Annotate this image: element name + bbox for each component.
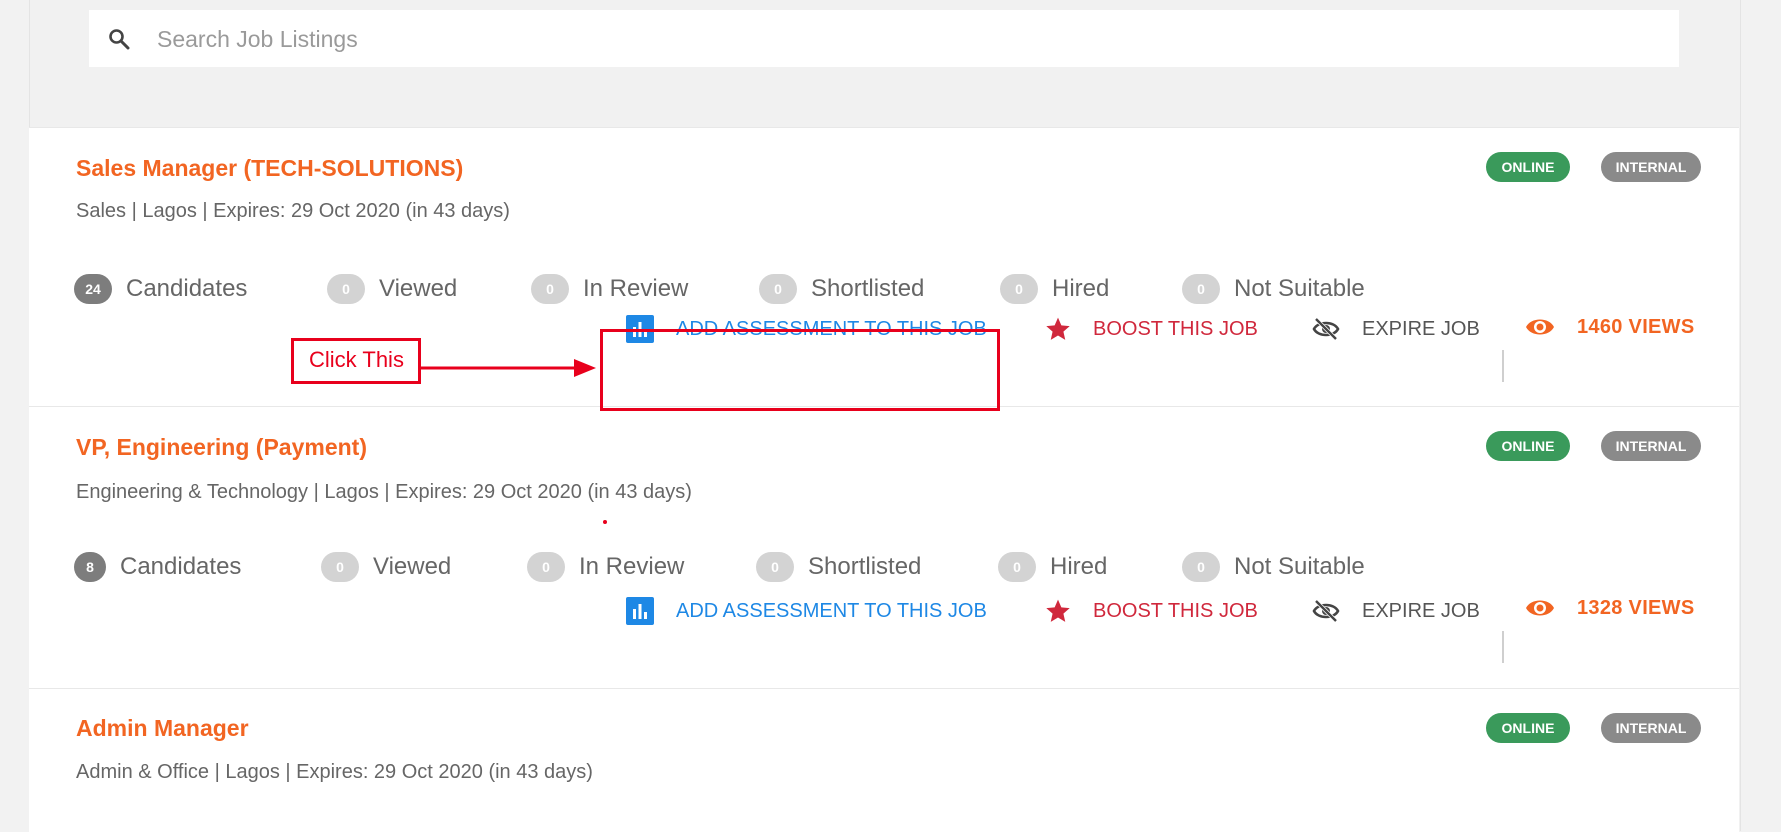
stat-label: Hired <box>1050 553 1108 580</box>
count-badge: 0 <box>756 552 794 582</box>
stat-viewed[interactable]: 0 Viewed <box>321 552 451 582</box>
expire-job-button[interactable]: EXPIRE JOB <box>1312 311 1480 347</box>
expire-job-button[interactable]: EXPIRE JOB <box>1312 593 1480 629</box>
count-badge: 0 <box>527 552 565 582</box>
job-card: Admin Manager Admin & Office | Lagos | E… <box>29 688 1739 832</box>
search-input[interactable] <box>155 10 1659 69</box>
stat-not-suitable[interactable]: 0 Not Suitable <box>1182 274 1365 304</box>
job-card: VP, Engineering (Payment) Engineering & … <box>29 406 1739 689</box>
count-badge: 0 <box>327 274 365 304</box>
count-badge: 0 <box>1182 552 1220 582</box>
stat-shortlisted[interactable]: 0 Shortlisted <box>756 552 921 582</box>
annotation-arrow <box>418 359 596 377</box>
eye-off-icon <box>1312 599 1340 623</box>
count-badge: 8 <box>74 552 106 582</box>
stat-shortlisted[interactable]: 0 Shortlisted <box>759 274 924 304</box>
count-badge: 0 <box>759 274 797 304</box>
job-title-link[interactable]: VP, Engineering (Payment) <box>76 434 367 461</box>
stat-label: Shortlisted <box>808 553 922 580</box>
count-badge: 0 <box>1000 274 1038 304</box>
job-title-link[interactable]: Sales Manager (TECH-SOLUTIONS) <box>76 155 463 182</box>
status-badge: ONLINE <box>1486 713 1570 743</box>
divider <box>1502 631 1504 663</box>
stat-label: Viewed <box>373 553 452 580</box>
stat-label: Shortlisted <box>811 275 925 302</box>
annotation-highlight <box>600 329 1000 411</box>
stat-hired[interactable]: 0 Hired <box>1000 274 1109 304</box>
eye-icon <box>1525 597 1555 619</box>
star-icon <box>1045 598 1071 624</box>
job-meta: Sales | Lagos | Expires: 29 Oct 2020 (in… <box>76 200 510 222</box>
stat-label: In Review <box>583 275 689 302</box>
bar-chart-icon <box>626 597 654 625</box>
stat-label: Candidates <box>126 275 248 302</box>
visibility-badge: INTERNAL <box>1601 713 1701 743</box>
search-icon <box>109 29 130 50</box>
count-badge: 24 <box>74 274 112 304</box>
views-label: 1328 VIEWS <box>1577 596 1695 619</box>
boost-job-button[interactable]: BOOST THIS JOB <box>1045 311 1258 347</box>
boost-job-button[interactable]: BOOST THIS JOB <box>1045 593 1258 629</box>
job-title-link[interactable]: Admin Manager <box>76 715 249 742</box>
visibility-badge: INTERNAL <box>1601 152 1701 182</box>
stat-not-suitable[interactable]: 0 Not Suitable <box>1182 552 1365 582</box>
views-label: 1460 VIEWS <box>1577 315 1695 338</box>
stat-label: Viewed <box>379 275 458 302</box>
boost-job-label: BOOST THIS JOB <box>1093 317 1258 340</box>
count-badge: 0 <box>998 552 1036 582</box>
stat-label: Not Suitable <box>1234 275 1365 302</box>
views-count: 1328 VIEWS <box>1525 590 1695 626</box>
stat-candidates[interactable]: 8 Candidates <box>74 552 241 582</box>
stat-label: Not Suitable <box>1234 553 1365 580</box>
expire-job-label: EXPIRE JOB <box>1362 599 1480 622</box>
count-badge: 0 <box>531 274 569 304</box>
visibility-badge: INTERNAL <box>1601 431 1701 461</box>
stat-candidates[interactable]: 24 Candidates <box>74 274 247 304</box>
eye-off-icon <box>1312 317 1340 341</box>
stat-label: Candidates <box>120 553 242 580</box>
stat-in-review[interactable]: 0 In Review <box>531 274 688 304</box>
views-count: 1460 VIEWS <box>1525 309 1695 345</box>
add-assessment-button[interactable]: ADD ASSESSMENT TO THIS JOB <box>626 593 987 629</box>
stat-in-review[interactable]: 0 In Review <box>527 552 684 582</box>
star-icon <box>1045 316 1071 342</box>
stat-label: In Review <box>579 553 685 580</box>
count-badge: 0 <box>1182 274 1220 304</box>
boost-job-label: BOOST THIS JOB <box>1093 599 1258 622</box>
job-meta: Admin & Office | Lagos | Expires: 29 Oct… <box>76 761 593 783</box>
annotation-callout: Click This <box>291 338 421 384</box>
annotation-label: Click This <box>309 347 404 372</box>
job-meta: Engineering & Technology | Lagos | Expir… <box>76 481 692 503</box>
stat-label: Hired <box>1052 275 1110 302</box>
status-badge: ONLINE <box>1486 152 1570 182</box>
divider <box>1502 350 1504 382</box>
status-badge: ONLINE <box>1486 431 1570 461</box>
eye-icon <box>1525 316 1555 338</box>
annotation-dot <box>603 520 607 524</box>
add-assessment-label: ADD ASSESSMENT TO THIS JOB <box>676 599 987 622</box>
stat-viewed[interactable]: 0 Viewed <box>327 274 457 304</box>
count-badge: 0 <box>321 552 359 582</box>
search-bar <box>89 10 1679 69</box>
expire-job-label: EXPIRE JOB <box>1362 317 1480 340</box>
stat-hired[interactable]: 0 Hired <box>998 552 1107 582</box>
